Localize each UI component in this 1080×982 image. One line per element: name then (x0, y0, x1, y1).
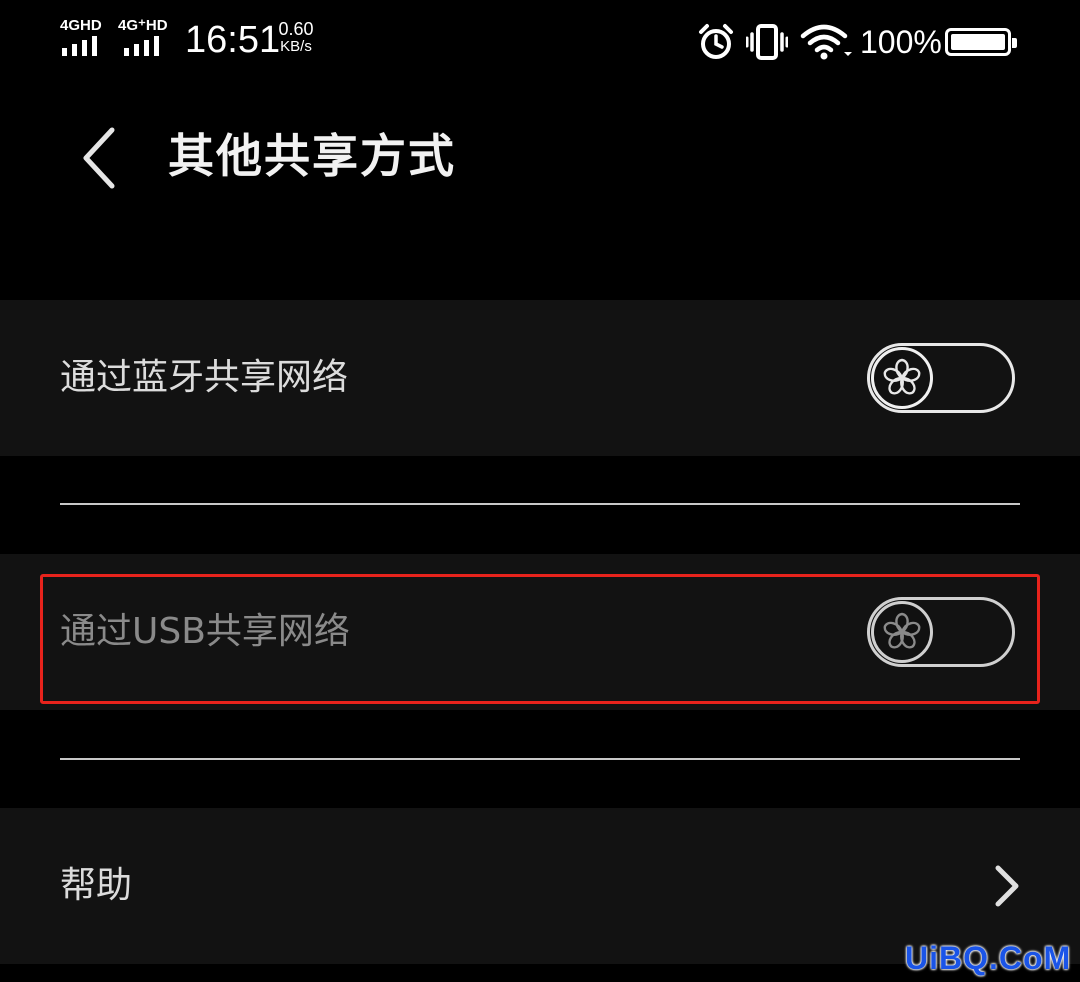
sim2-signal: 4G⁺HD (118, 18, 170, 58)
toggle-knob (871, 347, 933, 409)
battery-fill (951, 34, 1005, 50)
network-speed: 0.60 KB/s (271, 20, 321, 56)
flower-icon (883, 358, 921, 395)
help-label: 帮助 (60, 865, 133, 906)
network-speed-unit: KB/s (280, 38, 312, 55)
status-time: 16:51 (185, 19, 281, 61)
bluetooth-tethering-toggle[interactable] (867, 343, 1015, 413)
chevron-right-icon (995, 865, 1019, 907)
wifi-icon (800, 24, 852, 60)
battery-percent: 100% (860, 24, 942, 60)
section-divider (60, 503, 1020, 505)
sim2-network-label: 4G⁺HD (118, 17, 168, 34)
status-bar: 4GHD 4G⁺HD 16:51 0.60 KB/s 100% (0, 0, 1080, 90)
bluetooth-tethering-row[interactable]: 通过蓝牙共享网络 (0, 300, 1080, 456)
sim1-signal: 4GHD (60, 18, 112, 58)
battery-icon (945, 28, 1017, 56)
bluetooth-tethering-label: 通过蓝牙共享网络 (60, 357, 349, 398)
battery-tip (1012, 38, 1017, 48)
chevron-left-icon (83, 127, 115, 189)
sim1-network-label: 4GHD (60, 17, 102, 34)
alarm-icon (699, 24, 733, 59)
section-divider (60, 758, 1020, 760)
watermark-text: UiBQ.CoM (905, 940, 1072, 976)
highlight-annotation-box (40, 574, 1040, 704)
back-button[interactable] (66, 118, 136, 198)
page-title: 其他共享方式 (168, 129, 456, 183)
network-speed-value: 0.60 (278, 19, 314, 39)
vibrate-icon (746, 24, 788, 60)
